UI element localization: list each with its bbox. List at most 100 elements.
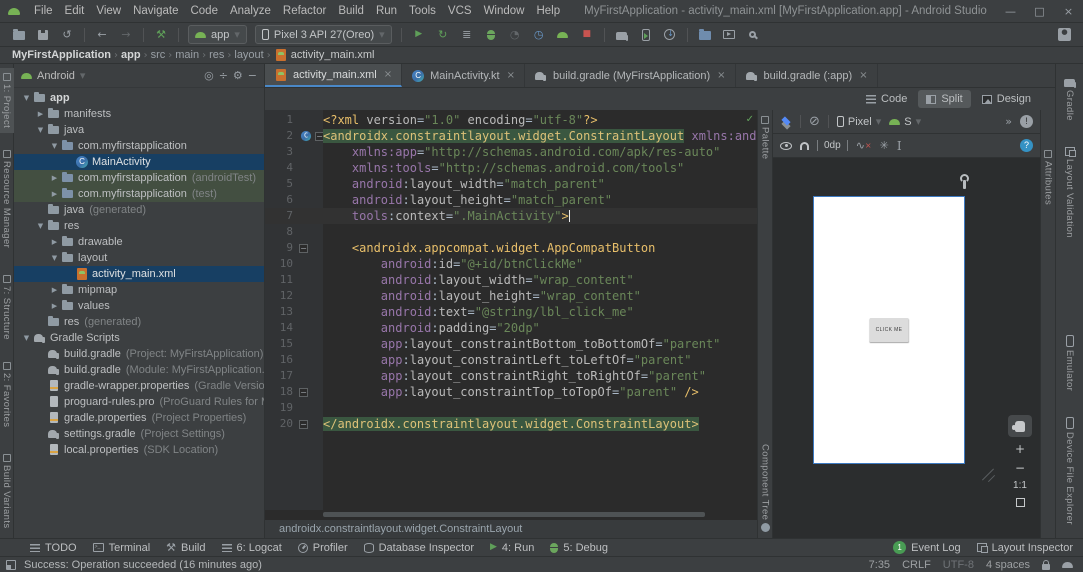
forward-icon[interactable]: → (115, 25, 137, 45)
breadcrumb-activity-main-xml[interactable]: activity_main.xml (274, 49, 374, 61)
toolwindow-layout-inspector[interactable]: Layout Inspector (976, 541, 1073, 554)
inspection-ok-icon[interactable]: ✓ (746, 112, 754, 128)
toolwindow-gradle[interactable]: Gradle (1063, 72, 1077, 126)
close-icon[interactable]: × (859, 70, 867, 81)
wrench-icon[interactable] (960, 174, 969, 189)
zoom-in-button[interactable]: + (1008, 442, 1032, 456)
code-line-13[interactable]: 13 android:text="@string/lbl_click_me" (265, 304, 757, 320)
tree-item-manifests[interactable]: ▶ manifests (14, 106, 264, 122)
mode-split[interactable]: Split (918, 90, 971, 108)
code-line-16[interactable]: 16 app:layout_constraintLeft_toLeftOf="p… (265, 352, 757, 368)
close-icon[interactable]: × (717, 70, 725, 81)
breadcrumb-myfirstapplication[interactable]: MyFirstApplication (12, 49, 111, 61)
tab-build-gradle-app[interactable]: build.gradle (:app) × (736, 64, 878, 87)
toolwindow-1-project[interactable]: 1: Project (0, 68, 14, 134)
menu-code[interactable]: Code (184, 5, 224, 17)
save-all-icon[interactable] (32, 25, 54, 45)
tree-item-com-myfirstapplication-test[interactable]: ▶ com.myfirstapplication (test) (14, 186, 264, 202)
attributes-tab[interactable]: Attributes (1043, 150, 1054, 205)
zoom-actual-button[interactable]: 1:1 (1008, 480, 1032, 491)
layers-icon[interactable] (780, 116, 792, 128)
project-view-selector[interactable]: Android (37, 70, 75, 82)
tree-item-build-gradle-module-myfirstapplication-app[interactable]: build.gradle (Module: MyFirstApplication.… (14, 362, 264, 378)
tree-item-proguard-rules-pro-proguard-rules-for-myfirstapplication[interactable]: proguard-rules.pro (ProGuard Rules for My… (14, 394, 264, 410)
component-tree-tab[interactable]: Component Tree (760, 444, 771, 532)
profiler-icon[interactable]: ◷ (528, 25, 550, 45)
tree-item-res[interactable]: ▼ res (14, 218, 264, 234)
class-gutter-icon[interactable] (300, 130, 312, 142)
tree-item-mipmap[interactable]: ▶ mipmap (14, 282, 264, 298)
tree-item-values[interactable]: ▶ values (14, 298, 264, 314)
menu-build[interactable]: Build (332, 5, 370, 17)
code-line-18[interactable]: 18− app:layout_constraintTop_toTopOf="pa… (265, 384, 757, 400)
toolwindow-todo[interactable]: TODO (30, 542, 77, 554)
hide-panel-icon[interactable]: − (248, 70, 257, 81)
tree-item-gradle-properties-project-properties[interactable]: gradle.properties (Project Properties) (14, 410, 264, 426)
toolwindow-device-file-explorer[interactable]: Device File Explorer (1063, 412, 1077, 530)
collapse-all-icon[interactable]: ÷ (219, 70, 228, 81)
menu-analyze[interactable]: Analyze (224, 5, 277, 17)
indent-setting[interactable]: 4 spaces (986, 559, 1030, 571)
file-encoding[interactable]: UTF-8 (943, 559, 974, 571)
menu-navigate[interactable]: Navigate (127, 5, 184, 17)
code-line-20[interactable]: 20− </androidx.constraintlayout.widget.Co… (265, 416, 757, 432)
toolwindow-resource-manager[interactable]: Resource Manager (0, 145, 14, 253)
preview-api-select[interactable]: S ▾ (889, 116, 921, 128)
code-line-14[interactable]: 14 android:padding="20dp" (265, 320, 757, 336)
view-options-eye-icon[interactable] (780, 141, 792, 150)
chevron-expanded-icon[interactable]: ▼ (20, 94, 33, 102)
design-surface-icon[interactable]: ⊘ (809, 115, 820, 128)
chevron-collapsed-icon[interactable]: ▶ (48, 238, 61, 246)
menu-vcs[interactable]: VCS (442, 5, 478, 17)
code-line-1[interactable]: 1 <?xml version="1.0" encoding="utf-8"?> (265, 112, 757, 128)
design-canvas[interactable]: CLICK ME + − 1:1 (773, 158, 1040, 538)
menu-refactor[interactable]: Refactor (277, 5, 332, 17)
tree-item-gradle-wrapper-properties-gradle-version[interactable]: gradle-wrapper.properties (Gradle Version… (14, 378, 264, 394)
fold-marker-icon[interactable]: − (299, 419, 308, 429)
device-preview-screen[interactable]: CLICK ME (813, 196, 965, 464)
code-line-15[interactable]: 15 app:layout_constraintBottom_toBottomO… (265, 336, 757, 352)
infer-constraints-wand-icon[interactable]: ✳ (880, 140, 889, 151)
fold-marker-icon[interactable]: − (299, 387, 308, 397)
run-icon[interactable]: ▶ (408, 25, 430, 45)
menu-edit[interactable]: Edit (59, 5, 91, 17)
sync-icon[interactable]: ↺ (56, 25, 78, 45)
tree-item-app[interactable]: ▼ app (14, 90, 264, 106)
close-icon[interactable]: × (507, 70, 515, 81)
menu-help[interactable]: Help (530, 5, 566, 17)
tree-item-layout[interactable]: ▼ layout (14, 250, 264, 266)
settings-gear-icon[interactable]: ⚙ (233, 70, 243, 81)
code-line-8[interactable]: 8 (265, 224, 757, 240)
zoom-to-fit-button[interactable] (1008, 496, 1032, 510)
chevron-expanded-icon[interactable]: ▼ (48, 142, 61, 150)
menu-tools[interactable]: Tools (403, 5, 442, 17)
chevron-expanded-icon[interactable]: ▼ (48, 254, 61, 262)
tree-item-com-myfirstapplication[interactable]: ▼ com.myfirstapplication (14, 138, 264, 154)
sdk-manager-icon[interactable] (659, 25, 681, 45)
toolwindow-build-variants[interactable]: Build Variants (0, 449, 14, 534)
minimize-button[interactable]: — (996, 5, 1025, 18)
toolwindow-7-structure[interactable]: 7: Structure (0, 270, 14, 345)
breadcrumb-res[interactable]: res (209, 49, 224, 61)
code-line-2[interactable]: 2−<androidx.constraintlayout.widget.Cons… (265, 128, 757, 144)
chevron-collapsed-icon[interactable]: ▶ (48, 302, 61, 310)
toolwindow-5-debug[interactable]: 5: Debug (550, 542, 608, 554)
code-line-9[interactable]: 9− <androidx.appcompat.widget.AppCompatB… (265, 240, 757, 256)
pan-button[interactable] (1008, 415, 1032, 437)
guideline-icon[interactable]: I (897, 140, 902, 152)
stop-icon[interactable]: ■ (576, 25, 598, 45)
code-line-10[interactable]: 10 android:id="@+id/btnClickMe" (265, 256, 757, 272)
code-pane[interactable]: ✓ 1 <?xml version="1.0" encoding="utf-8"?… (265, 110, 757, 510)
tree-item-res-generated[interactable]: res (generated) (14, 314, 264, 330)
device-select[interactable]: Pixel 3 API 27(Oreo) ▾ (254, 25, 392, 44)
toolwindow-event-log[interactable]: 1 Event Log (893, 541, 961, 554)
mode-design[interactable]: Design (974, 90, 1039, 108)
toolwindow-database-inspector[interactable]: Database Inspector (363, 542, 474, 554)
toolwindow-4-run[interactable]: ▶ 4: Run (490, 542, 534, 554)
search-everywhere-icon[interactable] (742, 25, 764, 45)
autoconnect-magnet-icon[interactable] (800, 141, 809, 150)
toolwindow-layout-validation[interactable]: Layout Validation (1063, 142, 1077, 243)
profile-icon[interactable]: ◔ (504, 25, 526, 45)
code-line-17[interactable]: 17 app:layout_constraintRight_toRightOf=… (265, 368, 757, 384)
open-file-icon[interactable] (8, 25, 30, 45)
